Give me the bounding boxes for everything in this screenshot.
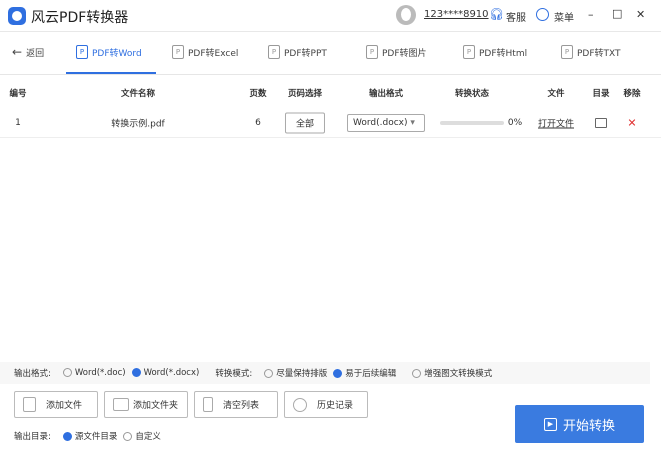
file-name: 转换示例.pdf xyxy=(111,119,165,129)
header-dir: 目录 xyxy=(592,88,610,99)
user-account-link[interactable]: 123****8910 xyxy=(424,9,489,20)
format-label: 输出格式: xyxy=(14,369,51,379)
header-name: 文件名称 xyxy=(120,88,156,99)
arrow-left-icon: ← xyxy=(12,45,23,59)
history-button[interactable]: 历史记录 xyxy=(284,391,368,418)
output-dir: 输出目录: 源文件目录 自定义 xyxy=(14,430,161,442)
tab-pdf-ppt[interactable]: P PDF转PPT xyxy=(268,45,327,59)
radio-keep-layout[interactable]: 尽量保持排版 xyxy=(264,367,327,379)
progress-bar xyxy=(440,120,504,125)
active-tab-indicator xyxy=(66,72,156,74)
mode-label: 转换模式: xyxy=(215,369,253,379)
header-file: 文件 xyxy=(547,88,565,99)
maximize-button[interactable]: □ xyxy=(612,7,622,20)
avatar[interactable] xyxy=(396,5,416,25)
headset-icon[interactable]: 🎧︎ xyxy=(489,7,504,21)
folder-add-icon xyxy=(113,398,129,411)
file-add-icon xyxy=(23,397,36,412)
header-format: 输出格式 xyxy=(368,88,404,99)
radio-editable[interactable]: 易于后续编辑 xyxy=(333,367,396,379)
app-logo-icon xyxy=(8,7,26,25)
table-header: 编号 文件名称 页数 页码选择 输出格式 转换状态 文件 目录 移除 xyxy=(0,80,661,105)
tab-pdf-html[interactable]: P PDF转Html xyxy=(463,45,527,59)
radio-source-dir[interactable]: 源文件目录 xyxy=(62,430,117,442)
header-status: 转换状态 xyxy=(454,88,490,99)
app-title: 风云PDF转换器 xyxy=(31,10,129,26)
pdf-icon: P xyxy=(172,45,184,59)
options-bar: 输出格式: Word(*.doc) Word(*.docx) 转换模式: 尽量保… xyxy=(0,362,650,384)
header-range: 页码选择 xyxy=(287,88,323,99)
folder-icon[interactable] xyxy=(595,117,607,128)
pdf-icon: P xyxy=(268,45,280,59)
pdf-icon: P xyxy=(366,45,378,59)
tab-bar: ← 返回 P PDF转Word P PDF转Excel P PDF转PPT P PDF转图… xyxy=(0,33,661,75)
minimize-button[interactable]: – xyxy=(588,8,594,21)
back-button[interactable]: ← 返回 xyxy=(12,45,44,59)
tab-pdf-image[interactable]: P PDF转图片 xyxy=(366,45,427,59)
play-icon: ▶ xyxy=(543,417,557,431)
title-bar: 风云PDF转换器 123****8910 🎧︎ 客服 菜单 – □ ✕ xyxy=(0,0,661,32)
chevron-down-icon: ▾ xyxy=(410,117,415,128)
remove-icon[interactable]: ✕ xyxy=(627,116,636,129)
header-index: 编号 xyxy=(9,88,27,99)
header-remove: 移除 xyxy=(623,88,641,99)
page-range-button[interactable]: 全部 xyxy=(284,112,326,133)
menu-icon[interactable] xyxy=(536,8,549,21)
radio-docx[interactable]: Word(*.docx) xyxy=(131,368,199,378)
page-count: 6 xyxy=(255,117,261,128)
pdf-icon: P xyxy=(463,45,475,59)
tab-pdf-txt[interactable]: P PDF转TXT xyxy=(561,45,621,59)
menu-button[interactable]: 菜单 xyxy=(554,9,574,24)
close-button[interactable]: ✕ xyxy=(636,8,645,21)
pdf-icon: P xyxy=(561,45,573,59)
radio-doc[interactable]: Word(*.doc) xyxy=(62,368,126,378)
format-select[interactable]: Word(.docx) ▾ xyxy=(347,113,425,132)
support-button[interactable]: 客服 xyxy=(506,9,526,24)
open-file-link[interactable]: 打开文件 xyxy=(538,116,574,129)
radio-custom-dir[interactable]: 自定义 xyxy=(123,430,161,442)
tab-pdf-word[interactable]: P PDF转Word xyxy=(76,45,142,59)
header-pages: 页数 xyxy=(249,88,267,99)
clear-list-button[interactable]: 清空列表 xyxy=(194,391,278,418)
table-row: 1 转换示例.pdf 6 全部 Word(.docx) ▾ 0% 打开文件 ✕ xyxy=(0,108,661,138)
add-file-button[interactable]: 添加文件 xyxy=(14,391,98,418)
row-index: 1 xyxy=(15,117,21,128)
clock-icon xyxy=(293,397,307,412)
start-convert-button[interactable]: ▶ 开始转换 xyxy=(515,405,644,443)
trash-icon xyxy=(203,397,213,412)
radio-enhanced[interactable]: 增强图文转换模式 xyxy=(412,367,492,379)
add-folder-button[interactable]: 添加文件夹 xyxy=(104,391,188,418)
progress-text: 0% xyxy=(507,117,523,128)
pdf-icon: P xyxy=(76,45,88,59)
tab-pdf-excel[interactable]: P PDF转Excel xyxy=(172,45,238,59)
